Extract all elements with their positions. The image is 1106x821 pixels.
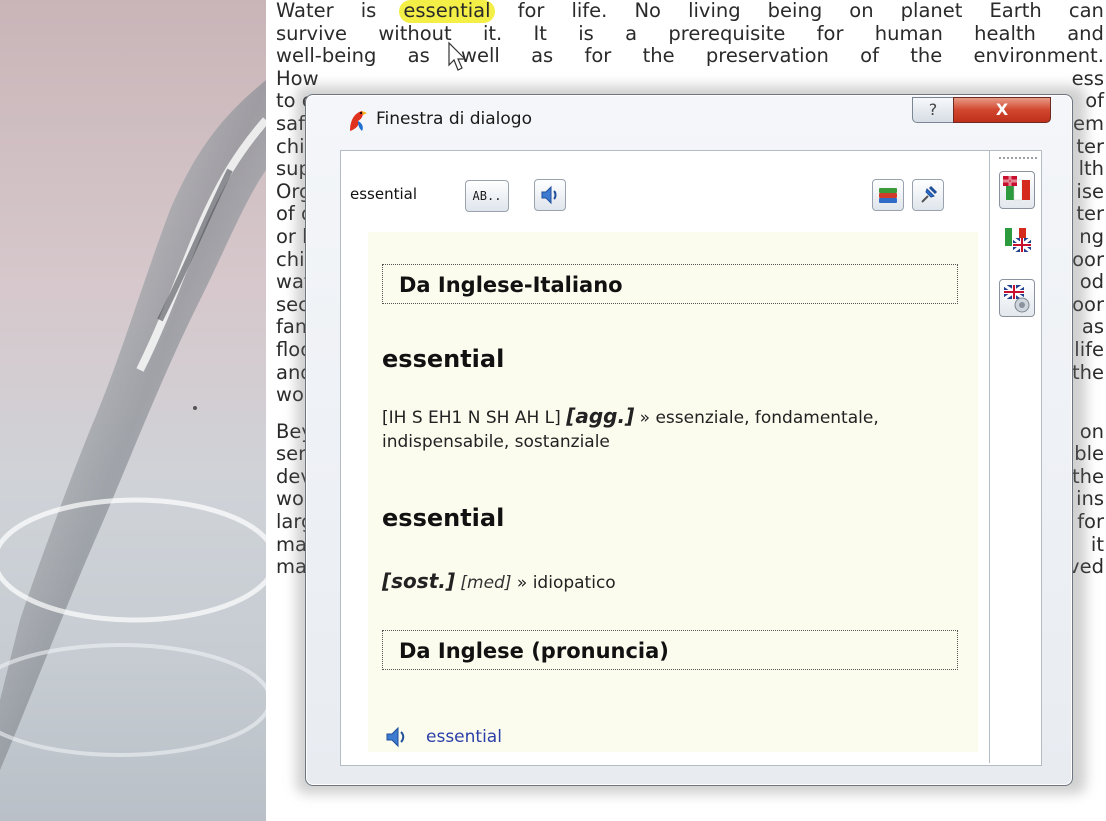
word: and: [1067, 21, 1104, 45]
entry-definition-1: [IH S EH1 N SH AH L] [agg.] » essenziale…: [382, 404, 942, 454]
water-stream-illustration: [0, 80, 266, 770]
highlighted-word: essential: [399, 0, 495, 23]
word: environment.: [973, 44, 1104, 68]
word: the: [642, 44, 675, 68]
font-options-button[interactable]: AB..: [465, 180, 509, 212]
phonetic: [IH S EH1 N SH AH L]: [382, 408, 561, 428]
dialog-client-area: essential AB.. Da Inglese-Italiano essen…: [340, 150, 1042, 766]
water-photo: [0, 0, 266, 821]
pronunciation-link[interactable]: essential: [426, 727, 502, 747]
article-line: survive without it. It is a prerequisite for hum…: [276, 21, 1104, 46]
arrow: »: [516, 573, 528, 593]
dialog-title: Finestra di dialogo: [376, 109, 532, 129]
word: preservation: [705, 44, 829, 68]
word: as: [531, 44, 554, 68]
uk-flag-speaker-icon: [1003, 283, 1030, 313]
entry-definition-2: [sost.] [med] » idiopatico: [382, 569, 942, 595]
word: on: [849, 0, 874, 22]
speaker-icon: [541, 185, 557, 205]
word: life.: [571, 0, 608, 22]
dictionaries-button[interactable]: [872, 179, 904, 211]
word: for: [584, 44, 612, 68]
speech-language-button[interactable]: [999, 279, 1035, 317]
meaning: idiopatico: [532, 573, 616, 593]
word: is: [578, 21, 594, 45]
word: the: [910, 44, 943, 68]
word: a: [625, 21, 638, 45]
article-line: Water is essential for life. No living being on p…: [276, 0, 1104, 23]
word: of: [1085, 89, 1104, 113]
sidebar-separator: [989, 151, 990, 763]
parrot-icon: [350, 111, 367, 131]
speak-button[interactable]: [534, 179, 566, 211]
pronunciation-row[interactable]: essential: [382, 722, 502, 752]
entry-word-2: essential: [382, 504, 505, 532]
part-of-speech: [agg.]: [566, 404, 635, 428]
italy-uk-flag-icon: [1005, 228, 1032, 254]
entry-word-1: essential: [382, 345, 505, 373]
pin-icon: [921, 185, 938, 203]
word: survive: [276, 21, 348, 45]
word: it: [1090, 532, 1104, 556]
word: for: [816, 21, 844, 45]
sidebar-grip[interactable]: [999, 157, 1037, 161]
language-it-en-button[interactable]: [1003, 226, 1033, 256]
photo-border: [266, 0, 272, 821]
word: being: [767, 0, 823, 22]
word: health: [974, 21, 1036, 45]
word: for: [517, 0, 545, 22]
definition-panel: Da Inglese-Italiano essential [IH S EH1 …: [368, 232, 978, 752]
italy-flag-icon: [1003, 176, 1030, 201]
dialog-titlebar[interactable]: Finestra di dialogo ? X: [306, 95, 1072, 145]
word: of: [860, 44, 879, 68]
mouse-cursor-icon: [448, 41, 467, 71]
lookup-word: essential: [350, 185, 418, 203]
word: prerequisite: [668, 21, 786, 45]
word: it.: [482, 21, 503, 45]
close-button[interactable]: X: [953, 97, 1051, 123]
word: human: [874, 21, 943, 45]
language-it-button[interactable]: [999, 171, 1035, 209]
help-button[interactable]: ?: [912, 97, 954, 123]
word: No: [634, 0, 661, 22]
article-line: well-being as well as for the preservation of th…: [276, 45, 1104, 68]
word: Earth: [989, 0, 1042, 22]
pin-button[interactable]: [912, 179, 944, 211]
part-of-speech: [sost.]: [382, 569, 455, 593]
word: is: [360, 0, 377, 22]
books-icon: [879, 188, 897, 203]
speaker-icon[interactable]: [382, 722, 412, 752]
arrow: »: [639, 408, 651, 428]
section-heading-pronunciation: Da Inglese (pronuncia): [382, 630, 958, 670]
dictionary-dialog: Finestra di dialogo ? X essential AB.. D…: [305, 94, 1073, 786]
word: well-being: [276, 44, 377, 68]
word: without: [378, 21, 452, 45]
word: Water: [276, 0, 334, 22]
word: as: [407, 44, 430, 68]
word: living: [688, 0, 741, 22]
section-heading-en-it: Da Inglese-Italiano: [382, 264, 958, 304]
word: planet: [900, 0, 963, 22]
word: It: [533, 21, 547, 45]
word: can: [1068, 0, 1104, 22]
field-label: [med]: [460, 573, 512, 593]
